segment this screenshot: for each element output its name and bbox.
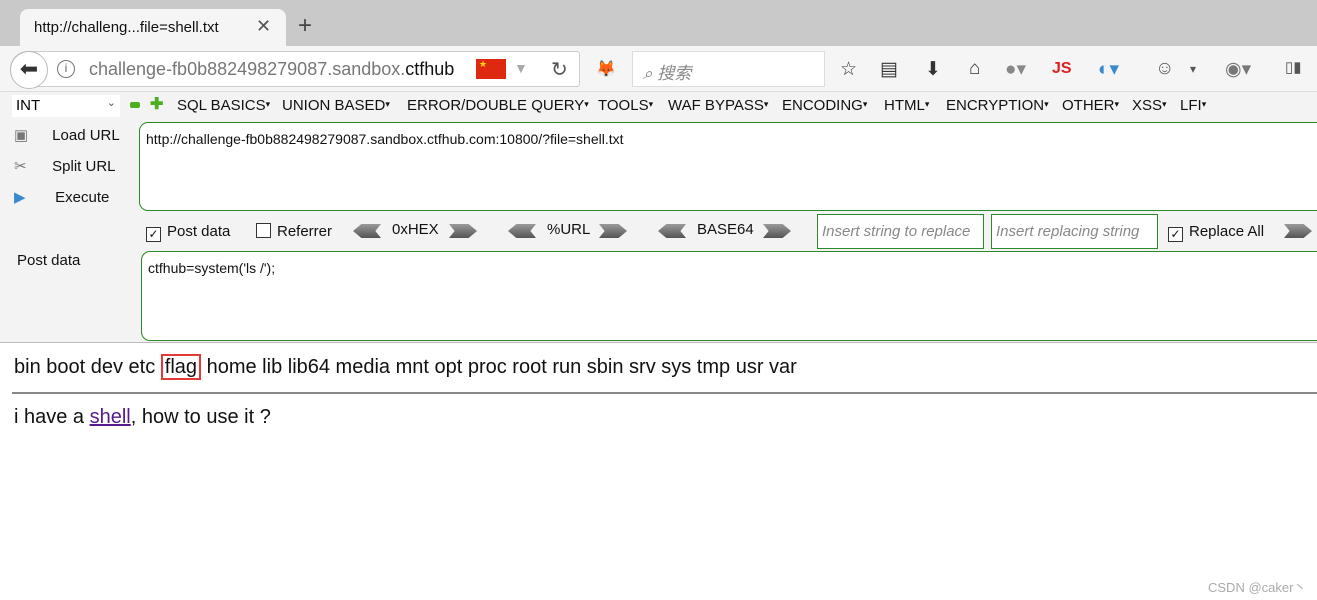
scissors-icon: ✂ xyxy=(14,158,27,175)
checkbox-empty-icon xyxy=(256,223,271,238)
hex-decode-arrow-icon[interactable] xyxy=(353,224,381,238)
page-text: i have a shell, how to use it ? xyxy=(14,406,271,429)
execute-button[interactable]: ▶ Execute xyxy=(14,188,109,206)
menu-dropdown-icon[interactable]: ▾ xyxy=(1190,62,1196,76)
hackbar-panel: ▣ Load URL ✂ Split URL ▶ Execute http://… xyxy=(0,120,1317,343)
load-url-label: Load URL xyxy=(52,127,120,144)
globe-icon[interactable]: ●▾ xyxy=(1005,58,1026,81)
sidebar-icon[interactable]: ▯▮ xyxy=(1285,58,1302,76)
tab-strip: http://challeng...file=shell.txt ✕ + xyxy=(0,0,1317,46)
type-select-value: INT xyxy=(16,97,41,114)
replacing-string-input[interactable]: Insert replacing string xyxy=(991,214,1158,249)
menu-other[interactable]: OTHER xyxy=(1062,97,1119,114)
download-icon[interactable]: ⬇ xyxy=(925,58,941,81)
hex-encode-arrow-icon[interactable] xyxy=(449,224,477,238)
text-prefix: i have a xyxy=(14,406,90,428)
hex-label: 0xHEX xyxy=(392,221,439,238)
flag-highlight: flag xyxy=(160,354,202,380)
url-text[interactable]: challenge-fb0b882498279087.sandbox.ctfhu… xyxy=(89,59,454,80)
browser-tab[interactable]: http://challeng...file=shell.txt xyxy=(20,9,286,46)
url-encode-label: %URL xyxy=(547,221,591,238)
close-tab-icon[interactable]: ✕ xyxy=(256,16,271,37)
menu-waf-bypass[interactable]: WAF BYPASS xyxy=(668,97,768,114)
decrease-icon[interactable] xyxy=(130,102,140,108)
menu-encryption[interactable]: ENCRYPTION xyxy=(946,97,1049,114)
url-textarea[interactable]: http://challenge-fb0b882498279087.sandbo… xyxy=(139,122,1317,211)
increase-icon[interactable]: ✚ xyxy=(150,94,163,114)
play-icon: ▶ xyxy=(14,189,26,206)
menu-lfi[interactable]: LFI xyxy=(1180,97,1206,114)
base64-label: BASE64 xyxy=(697,221,754,238)
divider xyxy=(12,392,1317,394)
load-url-button[interactable]: ▣ Load URL xyxy=(14,126,120,144)
referrer-checkbox[interactable]: Referrer xyxy=(256,223,332,240)
checkbox-checked-icon: ✓ xyxy=(146,227,161,242)
search-placeholder: 搜索 xyxy=(657,64,692,83)
ls-output: bin boot dev etc flag home lib lib64 med… xyxy=(14,354,797,380)
reload-icon[interactable]: ↻ xyxy=(551,57,568,82)
dropdown-icon[interactable]: ▼ xyxy=(514,60,528,76)
home-icon[interactable]: ⌂ xyxy=(969,58,980,80)
chevron-down-icon: ⌄ xyxy=(106,97,116,109)
js-icon[interactable]: JS xyxy=(1052,60,1072,78)
replace-string-input[interactable]: Insert string to replace xyxy=(817,214,984,249)
replace-all-checkbox[interactable]: ✓ Replace All xyxy=(1168,223,1264,242)
menu-union-based[interactable]: UNION BASED xyxy=(282,97,390,114)
listing-before: bin boot dev etc xyxy=(14,356,156,378)
split-url-button[interactable]: ✂ Split URL xyxy=(14,157,116,175)
replace-all-label: Replace All xyxy=(1189,223,1265,240)
replace-arrow-icon[interactable] xyxy=(1284,224,1312,238)
watermark: CSDN @caker丶 xyxy=(1208,580,1307,595)
navigation-bar: ⬅ i challenge-fb0b882498279087.sandbox.c… xyxy=(0,46,1317,92)
shell-link[interactable]: shell xyxy=(90,406,131,428)
menu-xss[interactable]: XSS xyxy=(1132,97,1167,114)
post-data-checkbox[interactable]: ✓ Post data xyxy=(146,223,230,242)
execute-label: Execute xyxy=(55,189,110,206)
load-icon: ▣ xyxy=(14,127,29,144)
info-icon[interactable]: i xyxy=(57,60,75,78)
menu-error-double-query[interactable]: ERROR/DOUBLE QUERY xyxy=(407,97,589,114)
color-icon[interactable]: ◐▾ xyxy=(1098,58,1119,81)
menu-sql-basics[interactable]: SQL BASICS xyxy=(177,97,270,114)
china-flag-icon: ★ xyxy=(476,59,506,79)
addon-icon[interactable]: ◉▾ xyxy=(1225,58,1251,81)
post-data-label: Post data xyxy=(17,252,81,269)
split-url-label: Split URL xyxy=(52,158,116,175)
menu-tools[interactable]: TOOLS xyxy=(598,97,653,114)
address-bar[interactable]: ⬅ i challenge-fb0b882498279087.sandbox.c… xyxy=(10,51,580,89)
hackbar-menu: INT ⌄ ✚ SQL BASICS UNION BASED ERROR/DOUB… xyxy=(0,92,1317,120)
url-domain: ctfhub xyxy=(405,59,455,79)
fox-addon-icon[interactable]: 🦊 xyxy=(596,59,616,79)
new-tab-icon[interactable]: + xyxy=(298,12,312,40)
tab-title: http://challeng...file=shell.txt xyxy=(34,19,219,36)
base64-decode-arrow-icon[interactable] xyxy=(658,224,686,238)
back-icon[interactable]: ⬅ xyxy=(10,51,48,89)
listing-after: home lib lib64 media mnt opt proc root r… xyxy=(206,356,797,378)
referrer-label: Referrer xyxy=(277,223,333,240)
menu-encoding[interactable]: ENCODING xyxy=(782,97,867,114)
star-icon[interactable]: ☆ xyxy=(840,58,857,81)
search-input[interactable]: ⌕ 搜索 xyxy=(632,51,825,87)
url-decode-arrow-icon[interactable] xyxy=(508,224,536,238)
text-suffix: , how to use it ? xyxy=(130,406,271,428)
cookie-icon[interactable]: ☺ xyxy=(1155,58,1174,80)
post-data-textarea[interactable]: ctfhub=system('ls /'); xyxy=(141,251,1317,341)
url-encode-arrow-icon[interactable] xyxy=(599,224,627,238)
type-select[interactable]: INT ⌄ xyxy=(12,95,120,117)
checkbox-checked-icon: ✓ xyxy=(1168,227,1183,242)
post-data-checkbox-label: Post data xyxy=(167,223,231,240)
url-host: challenge-fb0b882498279087.sandbox. xyxy=(89,59,406,79)
base64-encode-arrow-icon[interactable] xyxy=(763,224,791,238)
reading-list-icon[interactable]: ▤ xyxy=(880,58,898,81)
menu-html[interactable]: HTML xyxy=(884,97,929,114)
